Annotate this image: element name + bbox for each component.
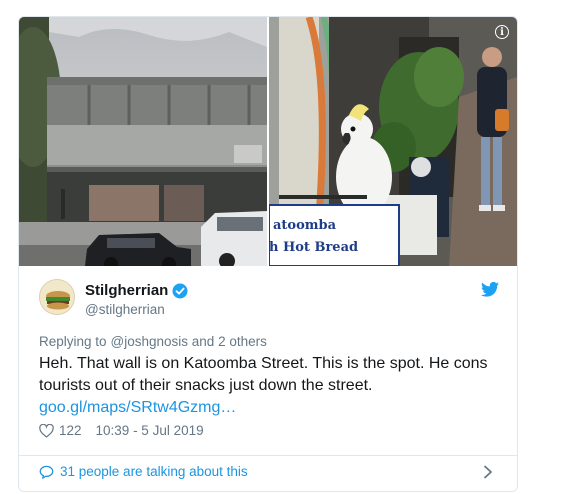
- verified-badge-icon: [172, 283, 188, 299]
- talking-text: 31 people are talking about this: [60, 464, 248, 479]
- divider: [19, 455, 517, 456]
- tweet-body: Heh. That wall is on Katoomba Street. Th…: [39, 353, 509, 419]
- tweet-card[interactable]: atoomba h Hot Bread i Stilgherrian @stil…: [18, 16, 518, 492]
- replying-to-link[interactable]: @joshgnosis and 2 others: [111, 334, 267, 349]
- timestamp[interactable]: 10:39 - 5 Jul 2019: [96, 423, 204, 438]
- avatar-icon: [40, 280, 74, 314]
- speech-bubble-icon: [39, 465, 54, 479]
- cockatoo-photo[interactable]: atoomba h Hot Bread i: [269, 17, 517, 266]
- heart-icon[interactable]: [39, 423, 54, 438]
- sign-text-2: h Hot Bread: [269, 240, 358, 255]
- like-count[interactable]: 122: [59, 423, 82, 438]
- tweet-text: Heh. That wall is on Katoomba Street. Th…: [39, 355, 488, 394]
- street-photo[interactable]: [19, 17, 267, 266]
- tweet-link[interactable]: goo.gl/maps/SRtw4Gzmg…: [39, 397, 509, 419]
- replying-to: Replying to @joshgnosis and 2 others: [39, 334, 267, 349]
- display-name[interactable]: Stilgherrian: [85, 282, 168, 299]
- author-handle[interactable]: @stilgherrian: [85, 302, 165, 317]
- tweet-meta: 122 10:39 - 5 Jul 2019: [39, 423, 204, 438]
- cockatoo-photo-graphic: atoomba h Hot Bread: [269, 17, 517, 266]
- twitter-bird-icon[interactable]: [481, 281, 499, 302]
- conversation-link[interactable]: 31 people are talking about this: [39, 464, 248, 479]
- tweet-header: Stilgherrian @stilgherrian: [39, 279, 499, 323]
- chevron-right-icon[interactable]: [483, 465, 493, 484]
- name-row: Stilgherrian: [85, 282, 188, 299]
- avatar[interactable]: [39, 279, 75, 315]
- tweet-media[interactable]: atoomba h Hot Bread i: [19, 17, 517, 266]
- replying-to-prefix: Replying to: [39, 334, 107, 349]
- info-icon[interactable]: i: [495, 25, 509, 39]
- street-photo-graphic: [19, 17, 267, 266]
- sign-text-1: atoomba: [273, 218, 337, 233]
